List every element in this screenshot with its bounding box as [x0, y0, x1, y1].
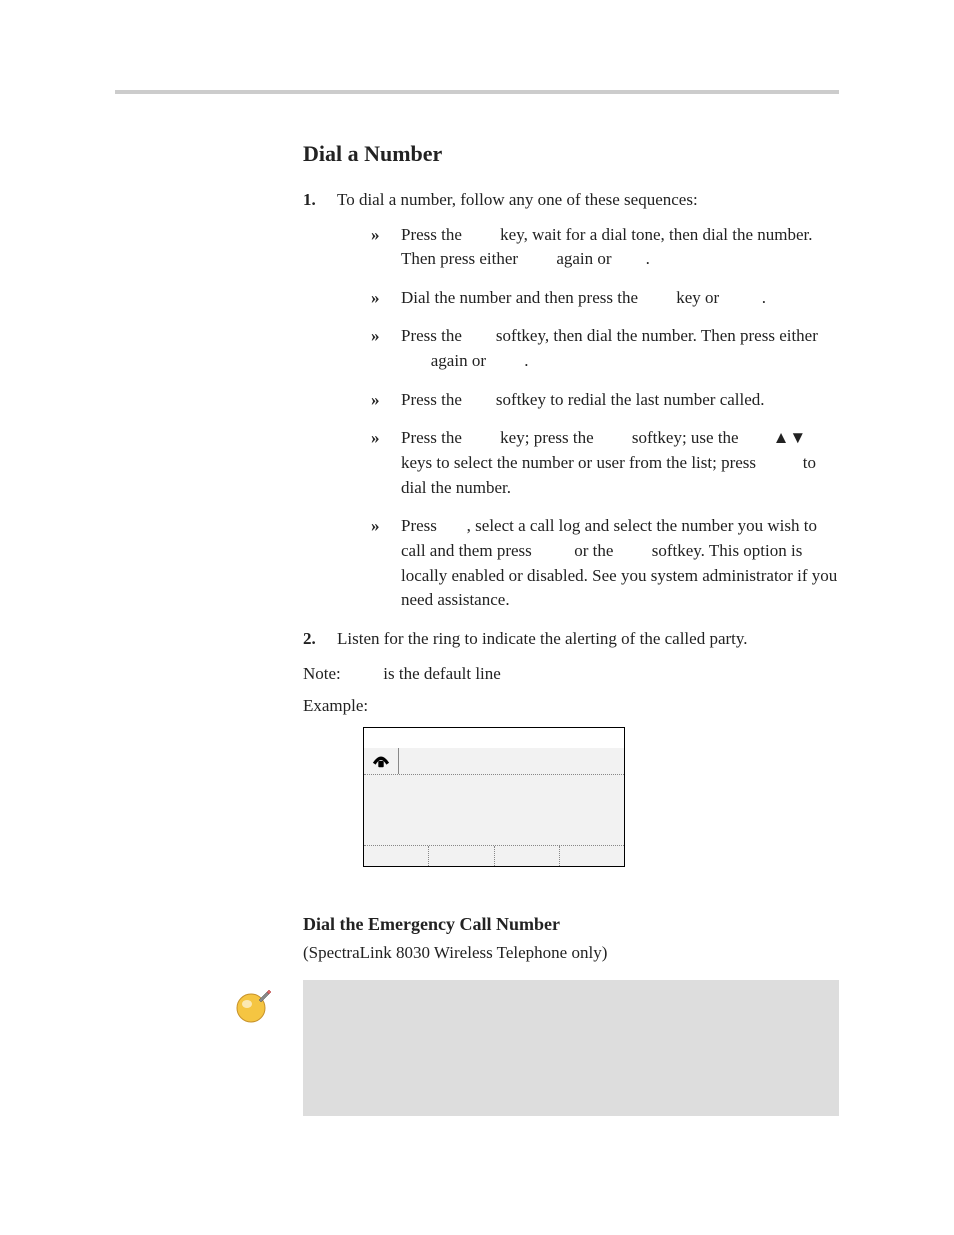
sequence-list: » Press the key, wait for a dial tone, t… — [337, 223, 839, 613]
note-box-content — [303, 980, 839, 1116]
example-label: Example: — [303, 694, 839, 719]
step-1: 1. To dial a number, follow any one of t… — [303, 188, 839, 613]
key-placeholder — [760, 451, 798, 476]
sequence-item: » Press the key; press the softkey; use … — [371, 426, 839, 500]
seq-text: Dial the number and then press the key o… — [401, 288, 766, 307]
sequence-item: » Press the softkey to redial the last n… — [371, 388, 839, 413]
key-placeholder — [598, 426, 628, 451]
step-number: 1. — [303, 188, 316, 213]
phone-status-bar — [364, 728, 624, 748]
softkey-3 — [495, 846, 560, 866]
chevron-icon: » — [371, 426, 380, 451]
key-placeholder — [522, 247, 552, 272]
sequence-item: » Press the softkey, then dial the numbe… — [371, 324, 839, 373]
phone-line-label — [399, 748, 624, 774]
key-placeholder — [466, 223, 496, 248]
chevron-icon: » — [371, 223, 380, 248]
step-2: 2. Listen for the ring to indicate the a… — [303, 627, 839, 652]
step-1-text: To dial a number, follow any one of thes… — [337, 190, 698, 209]
chevron-icon: » — [371, 514, 380, 539]
phone-screen — [363, 727, 625, 867]
handset-icon — [364, 748, 399, 774]
key-placeholder — [490, 349, 524, 374]
sequence-item: » Press , select a call log and select t… — [371, 514, 839, 613]
key-placeholder — [401, 349, 427, 374]
softkey-2 — [429, 846, 494, 866]
key-placeholder — [618, 539, 648, 564]
seq-text: Press , select a call log and select the… — [401, 516, 837, 609]
key-placeholder — [466, 324, 492, 349]
phone-body-area — [364, 775, 624, 845]
arrow-keys-icon: ▲▼ — [773, 428, 807, 447]
key-placeholder — [723, 286, 761, 311]
page: Dial a Number 1. To dial a number, follo… — [0, 0, 954, 1156]
key-placeholder — [536, 539, 570, 564]
phone-softkey-row — [364, 845, 624, 866]
key-placeholder — [466, 388, 492, 413]
note-icon — [233, 986, 273, 1026]
seq-text: Press the key, wait for a dial tone, the… — [401, 225, 813, 269]
steps-list: 1. To dial a number, follow any one of t… — [303, 188, 839, 652]
note-block — [303, 980, 839, 1116]
seq-text: Press the softkey, then dial the number.… — [401, 326, 818, 370]
step-number: 2. — [303, 627, 316, 652]
key-placeholder — [642, 286, 672, 311]
content-column: Dial a Number 1. To dial a number, follo… — [303, 138, 839, 1116]
chevron-icon: » — [371, 324, 380, 349]
section-heading-2: Dial the Emergency Call Number — [303, 911, 839, 937]
step-2-text: Listen for the ring to indicate the aler… — [337, 629, 748, 648]
key-placeholder — [441, 514, 467, 539]
section-heading: Dial a Number — [303, 138, 839, 170]
softkey-1 — [364, 846, 429, 866]
section-subtitle: (SpectraLink 8030 Wireless Telephone onl… — [303, 941, 839, 966]
sequence-item: » Dial the number and then press the key… — [371, 286, 839, 311]
key-placeholder — [616, 247, 646, 272]
key-placeholder — [345, 662, 379, 687]
phone-display-mock — [363, 727, 623, 867]
phone-title-row — [364, 748, 624, 775]
seq-text: Press the key; press the softkey; use th… — [401, 428, 816, 496]
chevron-icon: » — [371, 388, 380, 413]
handset-icon-svg — [370, 752, 392, 770]
chevron-icon: » — [371, 286, 380, 311]
horizontal-rule — [115, 90, 839, 94]
key-placeholder — [743, 426, 773, 451]
key-placeholder — [466, 426, 496, 451]
sequence-item: » Press the key, wait for a dial tone, t… — [371, 223, 839, 272]
softkey-4 — [560, 846, 624, 866]
seq-text: Press the softkey to redial the last num… — [401, 390, 765, 409]
note-line: Note: is the default line — [303, 662, 839, 687]
